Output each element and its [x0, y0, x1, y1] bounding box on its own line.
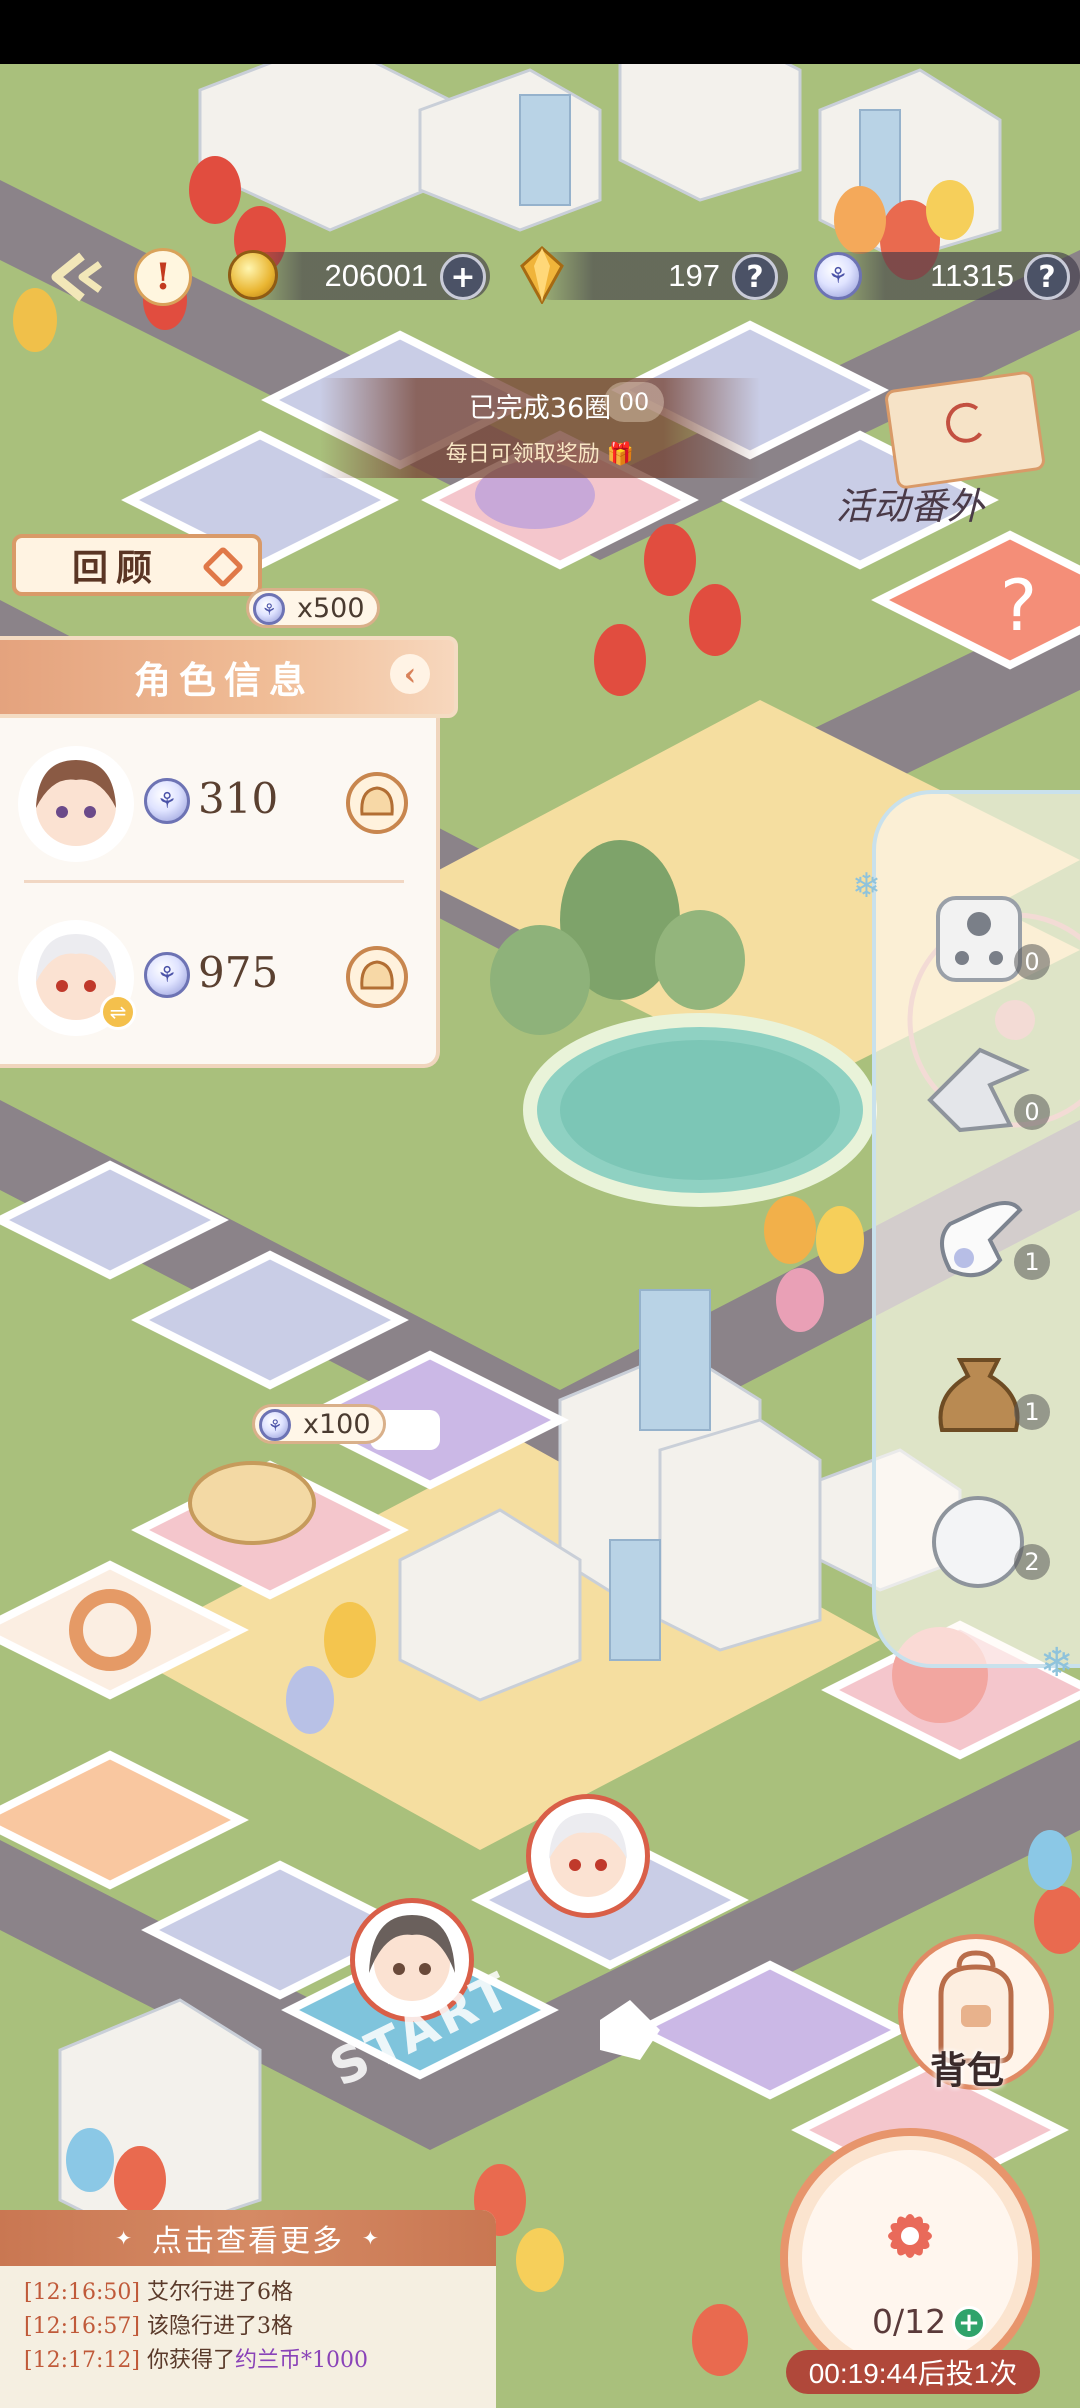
event-log-panel: ✦ 点击查看更多 ✦ [12:16:50] 艾尔行进了6格 [12:16:57]…	[0, 2210, 496, 2408]
round-reward-subtext[interactable]: 每日可领取奖励 🎁	[320, 436, 760, 468]
item-count: 0	[1014, 1094, 1050, 1130]
dice-icon	[936, 896, 1022, 982]
character-token-value: 975	[198, 948, 279, 997]
flower-emblem-icon	[888, 2214, 932, 2258]
bun-icon	[360, 786, 394, 816]
token-help-button[interactable]: ?	[1024, 254, 1070, 300]
round-tile-value: 00	[604, 382, 664, 422]
log-timestamp: [12:16:50]	[24, 2280, 140, 2305]
divider	[24, 880, 404, 883]
log-text: 艾尔行进了6格	[146, 2280, 293, 2305]
notice-button[interactable]: !	[134, 248, 192, 306]
backpack-label: 背包	[930, 2049, 1004, 2092]
player-token-white-hair[interactable]	[526, 1794, 650, 1918]
glove-icon	[940, 1201, 1023, 1278]
sparkle-icon: ✦	[362, 2226, 381, 2250]
round-reward-label: 每日可领取奖励	[445, 442, 600, 467]
svg-text:?: ?	[1000, 565, 1037, 647]
add-gold-button[interactable]: +	[440, 254, 486, 300]
token-coin-icon: ⚘	[259, 1409, 291, 1441]
role-row: ⇌ ⚘ 975	[8, 908, 428, 1048]
character-avatar[interactable]	[18, 746, 134, 862]
role-info-panel: 角色信息 ‹ ⚘ 310 ⇌ ⚘ 975	[0, 636, 468, 1074]
log-text: 你获得了	[146, 2348, 235, 2373]
dice-refill-timer: 00:19:44后投1次	[786, 2350, 1040, 2394]
boomerang-icon	[927, 1047, 1030, 1133]
crystal-help-button[interactable]: ?	[732, 254, 778, 300]
item-glove[interactable]: 1	[920, 1180, 1050, 1298]
item-snowball[interactable]: 2	[920, 1480, 1050, 1598]
item-count: 1	[1014, 1394, 1050, 1430]
item-dice[interactable]: 0	[920, 880, 1050, 998]
log-text: 该隐行进了3格	[146, 2314, 293, 2339]
round-complete-text: 已完成36圈	[468, 393, 612, 424]
item-count: 1	[1014, 1244, 1050, 1280]
token-value: 11315	[930, 258, 1014, 293]
crystal-value: 197	[668, 258, 720, 293]
role-row: ⚘ 310	[8, 734, 428, 874]
snowball-icon	[932, 1496, 1024, 1588]
role-info-body: ⚘ 310 ⇌ ⚘ 975	[0, 718, 440, 1068]
swap-icon[interactable]: ⇌	[100, 994, 136, 1030]
log-highlight: 约兰币*1000	[235, 2348, 368, 2373]
gift-icon: 🎁	[606, 442, 635, 467]
event-ticket-icon[interactable]	[883, 370, 1047, 490]
character-face-icon	[549, 1813, 627, 1897]
log-view-more-button[interactable]: ✦ 点击查看更多 ✦	[0, 2210, 496, 2266]
review-label: 回顾	[72, 547, 161, 589]
collapse-chevron-icon[interactable]: ‹	[390, 654, 430, 694]
tile-reward-value: x100	[303, 1408, 371, 1440]
role-info-title: 角色信息	[134, 658, 314, 702]
back-button[interactable]	[42, 250, 104, 304]
log-timestamp: [12:17:12]	[24, 2348, 140, 2373]
item-count: 0	[1014, 944, 1050, 980]
status-bar	[0, 0, 1080, 64]
roll-dice-button[interactable]	[780, 2128, 1040, 2388]
event-extra-button[interactable]: 活动番外	[836, 476, 984, 530]
back-arrow-icon	[51, 252, 103, 302]
tile-reward-tag-500: ⚘ x500	[246, 588, 380, 628]
token-coin-icon: ⚘	[144, 778, 190, 824]
snowflake-icon: ❄	[852, 866, 881, 906]
crystal-icon	[520, 245, 564, 306]
token-coin-icon: ⚘	[814, 252, 862, 300]
log-line: [12:16:50] 艾尔行进了6格	[24, 2274, 293, 2306]
snowflake-icon: ❄	[1040, 1640, 1074, 1686]
token-coin-icon: ⚘	[144, 952, 190, 998]
log-timestamp: [12:16:57]	[24, 2314, 140, 2339]
exclamation-icon: !	[155, 256, 171, 298]
dice-count: 0/12	[872, 2302, 947, 2341]
item-sack[interactable]: 1	[920, 1330, 1050, 1448]
role-info-header[interactable]: 角色信息 ‹	[0, 636, 458, 718]
character-token-value: 310	[198, 774, 279, 823]
review-button[interactable]: 回顾	[12, 534, 262, 596]
gold-value: 206001	[324, 258, 428, 293]
tile-reward-tag-100: ⚘ x100	[252, 1404, 386, 1444]
log-header-label: 点击查看更多	[152, 2224, 344, 2259]
bun-action-button[interactable]	[346, 946, 408, 1008]
diamond-icon	[201, 545, 245, 589]
bun-action-button[interactable]	[346, 772, 408, 834]
log-line: [12:17:12] 你获得了约兰币*1000	[24, 2342, 368, 2374]
item-count: 2	[1014, 1544, 1050, 1580]
token-coin-icon: ⚘	[253, 593, 285, 625]
sparkle-icon: ✦	[115, 2226, 134, 2250]
add-dice-button[interactable]: +	[952, 2306, 986, 2340]
tile-reward-value: x500	[297, 592, 365, 624]
item-boomerang[interactable]: 0	[920, 1030, 1050, 1148]
log-line: [12:16:57] 该隐行进了3格	[24, 2308, 293, 2340]
bun-icon	[360, 960, 394, 990]
sack-icon	[938, 1358, 1020, 1432]
